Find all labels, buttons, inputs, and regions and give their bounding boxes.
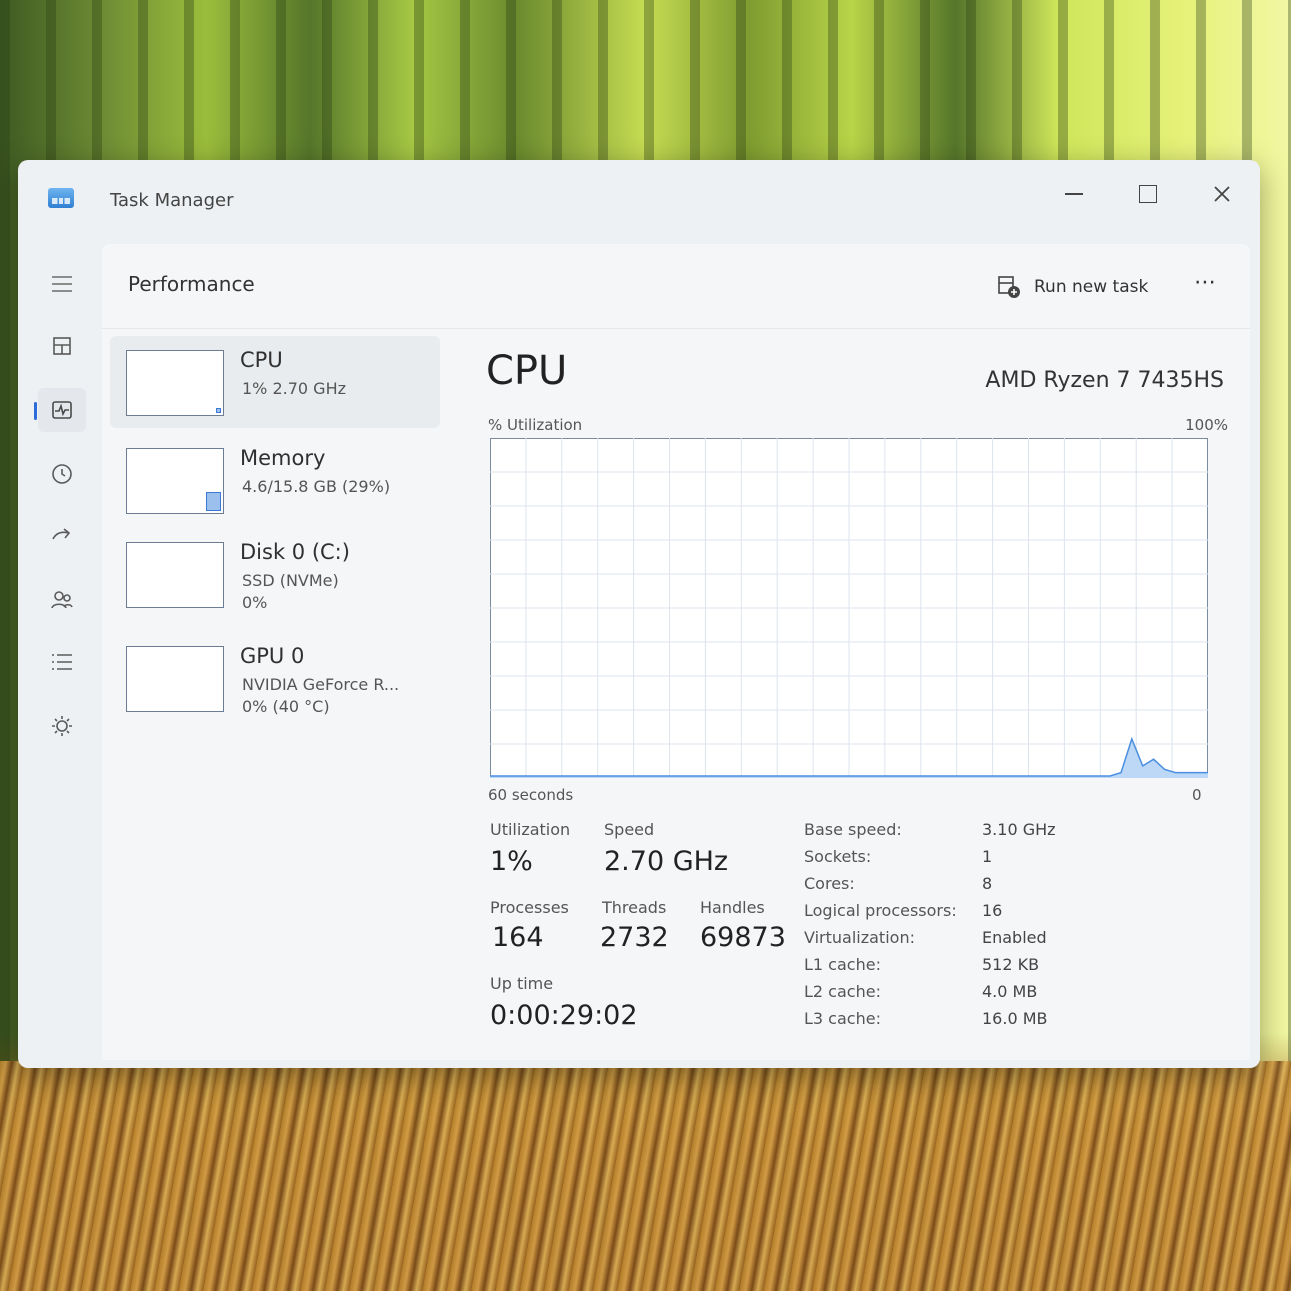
device-gpu[interactable]: GPU 0 NVIDIA GeForce R... 0% (40 °C) (110, 632, 440, 724)
nav-services[interactable] (38, 704, 86, 748)
spec-value: Enabled (982, 928, 1047, 947)
nav-users[interactable] (38, 578, 86, 622)
spec-label: L3 cache: (804, 1009, 881, 1028)
app-history-icon (52, 464, 72, 484)
maximize-button[interactable] (1118, 174, 1178, 214)
nav-processes[interactable] (38, 324, 86, 368)
uptime-value: 0:00:29:02 (490, 1000, 638, 1031)
spec-value: 1 (982, 847, 993, 866)
nav-app-history[interactable] (38, 452, 86, 496)
close-icon (1214, 186, 1230, 202)
spec-label: Sockets: (804, 847, 872, 866)
users-icon (51, 591, 73, 609)
threads-label: Threads (602, 898, 667, 917)
run-new-task-label: Run new task (1034, 277, 1149, 297)
handles-value: 69873 (700, 922, 786, 953)
nav-performance[interactable] (34, 388, 86, 432)
memory-thumbnail-fill (206, 492, 221, 511)
run-new-task-button[interactable]: Run new task (996, 270, 1148, 304)
device-cpu[interactable]: CPU 1% 2.70 GHz (110, 336, 440, 428)
spec-value: 16 (982, 901, 1003, 920)
cpu-utilization-graph (490, 438, 1208, 778)
nav-startup-apps[interactable] (38, 514, 86, 558)
disk-thumbnail (126, 542, 224, 608)
memory-thumbnail (126, 448, 224, 514)
graph-x-right-label: 0 (1192, 786, 1202, 804)
device-name: GPU 0 (240, 644, 305, 668)
spec-value: 8 (982, 874, 993, 893)
minimize-icon (1065, 193, 1083, 195)
hamburger-icon (52, 276, 72, 292)
uptime-label: Up time (490, 974, 554, 993)
spec-label: L1 cache: (804, 955, 881, 974)
cpu-model: AMD Ryzen 7 7435HS (985, 368, 1224, 393)
device-detail: 1% 2.70 GHz (242, 379, 347, 398)
run-task-icon (998, 276, 1020, 298)
title-bar[interactable]: Task Manager (18, 160, 1260, 244)
speed-label: Speed (604, 820, 655, 839)
spec-label: Cores: (804, 874, 855, 893)
header-divider (102, 328, 1250, 329)
utilization-label: Utilization (490, 820, 571, 839)
graph-grid (490, 438, 1208, 778)
graph-x-left-label: 60 seconds (488, 786, 574, 804)
device-memory[interactable]: Memory 4.6/15.8 GB (29%) (110, 434, 440, 526)
spec-label: Base speed: (804, 820, 902, 839)
graph-y-label: % Utilization (488, 416, 583, 434)
detail-title: CPU (486, 348, 568, 394)
startup-apps-icon (52, 528, 71, 540)
processes-value: 164 (492, 922, 544, 953)
spec-value: 16.0 MB (982, 1009, 1048, 1028)
window-title: Task Manager (110, 190, 234, 211)
device-detail: 4.6/15.8 GB (29%) (242, 477, 391, 496)
page-title: Performance (128, 272, 255, 296)
cpu-thumbnail (126, 350, 224, 416)
graph-y-max: 100% (1185, 416, 1228, 434)
utilization-value: 1% (490, 846, 533, 877)
side-nav (18, 244, 102, 1068)
device-name: Memory (240, 446, 326, 470)
handles-label: Handles (700, 898, 765, 917)
device-name: Disk 0 (C:) (240, 540, 350, 564)
maximize-icon (1139, 185, 1157, 203)
close-button[interactable] (1192, 174, 1252, 214)
wallpaper-grass (0, 1061, 1291, 1291)
services-icon (52, 716, 72, 736)
processes-label: Processes (490, 898, 569, 917)
speed-value: 2.70 GHz (604, 846, 729, 877)
task-manager-window: Task Manager Performance Run new task ⋯ … (18, 160, 1260, 1068)
device-disk[interactable]: Disk 0 (C:) SSD (NVMe) 0% (110, 528, 440, 620)
cpu-thumbnail-fill (216, 408, 221, 413)
spec-label: Virtualization: (804, 928, 915, 947)
device-name: CPU (240, 348, 283, 372)
task-manager-icon (48, 188, 74, 208)
performance-icon (52, 401, 72, 419)
device-detail: NVIDIA GeForce R... 0% (40 °C) (242, 675, 400, 716)
spec-value: 3.10 GHz (982, 820, 1056, 839)
spec-value: 4.0 MB (982, 982, 1038, 1001)
details-icon (52, 654, 72, 670)
spec-value: 512 KB (982, 955, 1040, 974)
more-options-button[interactable]: ⋯ (1194, 270, 1218, 295)
processes-icon (53, 337, 71, 355)
spec-label: Logical processors: (804, 901, 957, 920)
nav-menu-button[interactable] (38, 262, 86, 306)
performance-panel: Performance Run new task ⋯ CPU 1% 2.70 G… (102, 244, 1250, 1060)
device-detail: SSD (NVMe) 0% (242, 571, 339, 612)
gpu-thumbnail (126, 646, 224, 712)
spec-label: L2 cache: (804, 982, 881, 1001)
minimize-button[interactable] (1044, 174, 1104, 214)
nav-details[interactable] (38, 640, 86, 684)
threads-value: 2732 (600, 922, 669, 953)
